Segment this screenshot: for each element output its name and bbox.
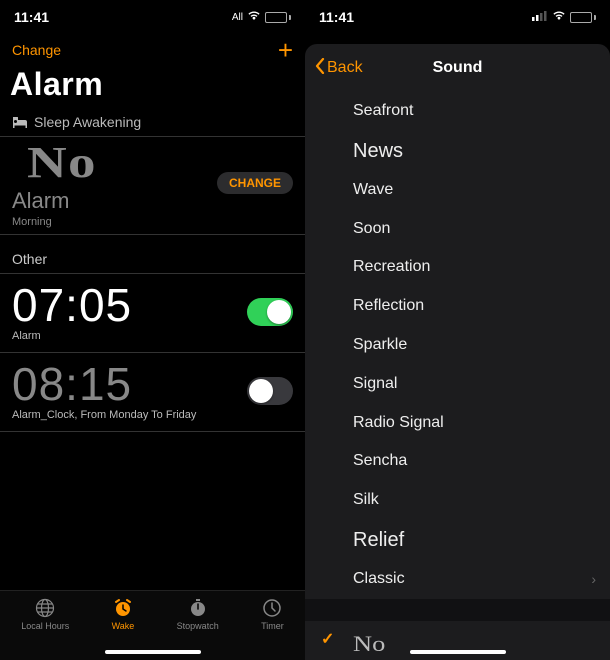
tab-label: Stopwatch	[177, 621, 219, 631]
alarm-item[interactable]: 07:05 Alarm	[0, 274, 305, 353]
sound-name: Sparkle	[353, 336, 407, 353]
sound-item[interactable]: Wave	[305, 171, 610, 210]
sound-name: Soon	[353, 220, 390, 237]
sound-item[interactable]: Sencha	[305, 442, 610, 481]
back-label: Back	[327, 59, 363, 77]
change-button-label: CHANGE	[229, 176, 281, 190]
sound-name: Reflection	[353, 297, 424, 314]
sleep-section-header: Sleep Awakening	[0, 113, 305, 137]
bed-icon	[12, 117, 28, 128]
wifi-icon	[247, 10, 261, 24]
nav-bar: Back Sound	[305, 44, 610, 92]
sound-name: Radio Signal	[353, 414, 444, 431]
tab-label: Wake	[112, 621, 135, 631]
alarm-item[interactable]: 08:15 Alarm_Clock, From Monday To Friday	[0, 353, 305, 432]
sleep-alarm-label: Alarm	[12, 188, 92, 214]
home-indicator[interactable]	[410, 650, 506, 654]
edit-row: Change +	[0, 34, 305, 62]
tab-stopwatch[interactable]: Stopwatch	[177, 597, 219, 631]
alarm-time: 08:15	[12, 361, 196, 407]
chevron-right-icon: ›	[591, 570, 596, 588]
sound-name: Sencha	[353, 452, 407, 469]
sound-name: Relief	[353, 529, 404, 551]
sound-item[interactable]: Silk	[305, 481, 610, 520]
signal-icon	[532, 11, 548, 24]
sound-name: Signal	[353, 375, 397, 392]
status-time: 11:41	[319, 9, 354, 25]
morning-label: Morning	[12, 216, 92, 228]
nav-title: Sound	[433, 59, 483, 77]
sound-item[interactable]: News	[305, 131, 610, 171]
status-bar: 11:41	[305, 0, 610, 34]
carrier-label: All	[232, 12, 243, 23]
alarm-label: Alarm_Clock, From Monday To Friday	[12, 409, 196, 421]
no-alarm-text: No	[12, 137, 112, 188]
status-bar: 11:41 All	[0, 0, 305, 34]
tab-alarm[interactable]: Wake	[112, 597, 135, 631]
sleep-section-label: Sleep Awakening	[34, 114, 141, 130]
sound-item[interactable]: Recreation	[305, 248, 610, 287]
sound-name: Classic	[353, 570, 405, 587]
add-alarm-button[interactable]: +	[278, 38, 293, 62]
chevron-left-icon	[315, 58, 325, 79]
sound-item-classic[interactable]: Classic ›	[305, 560, 610, 599]
sound-name: Silk	[353, 491, 379, 508]
change-button[interactable]: CHANGE	[217, 172, 293, 194]
status-icons	[532, 10, 596, 24]
other-section-header: Other	[0, 235, 305, 274]
alarm-screen: 11:41 All Change + Alarm Sleep Awakening…	[0, 0, 305, 660]
sound-item[interactable]: Seafront	[305, 92, 610, 131]
status-time: 11:41	[14, 9, 49, 25]
sound-item[interactable]: Relief	[305, 520, 610, 560]
home-indicator[interactable]	[105, 650, 201, 654]
sound-item[interactable]: Radio Signal	[305, 404, 610, 443]
globe-icon	[35, 597, 55, 619]
alarm-toggle[interactable]	[247, 298, 293, 326]
status-icons: All	[232, 10, 291, 24]
wifi-icon	[552, 10, 566, 24]
battery-icon	[570, 12, 596, 23]
timer-icon	[262, 597, 282, 619]
battery-icon	[265, 12, 291, 23]
stopwatch-icon	[188, 597, 208, 619]
sound-screen: 11:41 Back Sound Seafront	[305, 0, 610, 660]
tab-label: Timer	[261, 621, 284, 631]
edit-button[interactable]: Change	[12, 42, 61, 58]
tab-label: Local Hours	[21, 621, 69, 631]
sound-list[interactable]: Seafront News Wave Soon Recreation Refle…	[305, 92, 610, 660]
alarm-toggle[interactable]	[247, 377, 293, 405]
sound-item[interactable]: Soon	[305, 210, 610, 249]
alarm-label: Alarm	[12, 330, 132, 342]
sound-item[interactable]: Reflection	[305, 287, 610, 326]
list-separator	[305, 599, 610, 621]
sound-name: News	[353, 140, 403, 162]
tab-timer[interactable]: Timer	[261, 597, 284, 631]
sound-name: No	[353, 630, 385, 659]
alarm-time: 07:05	[12, 282, 132, 328]
alarm-clock-icon	[113, 597, 133, 619]
sound-modal: Back Sound Seafront News Wave Soon Recre…	[305, 44, 610, 660]
sleep-alarm-block: No Alarm Morning CHANGE	[0, 137, 305, 235]
tab-world-clock[interactable]: Local Hours	[21, 597, 69, 631]
sound-name: Recreation	[353, 258, 430, 275]
sound-item-none[interactable]: No	[305, 621, 610, 660]
back-button[interactable]: Back	[315, 58, 363, 79]
page-title: Alarm	[0, 62, 305, 113]
sound-name: Seafront	[353, 102, 413, 119]
sound-name: Wave	[353, 181, 393, 198]
sound-item[interactable]: Signal	[305, 365, 610, 404]
sound-item[interactable]: Sparkle	[305, 326, 610, 365]
